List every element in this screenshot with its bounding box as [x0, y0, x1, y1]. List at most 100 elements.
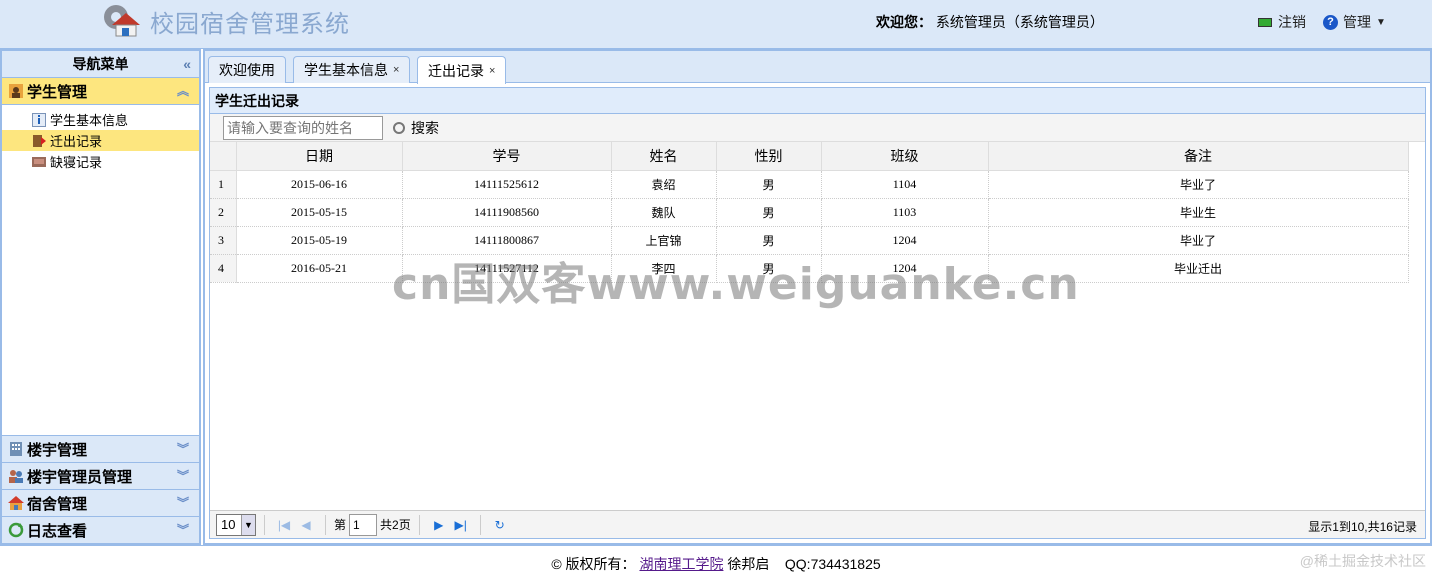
column-header[interactable]: 姓名 [611, 142, 717, 171]
column-header[interactable]: 学号 [402, 142, 612, 171]
divider [264, 514, 265, 535]
chevron-down-icon: ︾ [176, 469, 189, 483]
close-icon[interactable]: × [393, 64, 399, 76]
nav-group-label: 宿舍管理 [27, 495, 88, 513]
copyright-label: © 版权所有： [551, 556, 636, 572]
chevron-down-icon: ▼ [241, 514, 255, 535]
cell-name: 上官锦 [611, 226, 717, 255]
nav-item-label: 缺寝记录 [50, 155, 103, 170]
search-button[interactable]: 搜索 [393, 118, 439, 138]
close-icon[interactable]: × [489, 65, 495, 77]
column-header[interactable]: 备注 [988, 142, 1409, 171]
tab-bar: 欢迎使用 学生基本信息 × 迁出记录 × [205, 51, 1430, 84]
tab-label: 迁出记录 [428, 62, 484, 79]
cell-class: 1103 [821, 198, 989, 227]
table-row[interactable]: 2 2015-05-15 14111908560 魏队 男 1103 毕业生 [210, 198, 1409, 227]
help-icon: ? [1323, 14, 1338, 30]
row-number-header [210, 142, 237, 171]
page-number-input[interactable] [349, 513, 378, 536]
nav-sidebar: 导航菜单 « 学生管理 ︽ 学生基本信息 迁出记录 缺寝记录 楼宇管理 ︾ 楼宇… [0, 49, 201, 545]
nav-title: 导航菜单 [72, 56, 129, 72]
pagination-bar: 10 ▼ |◀ ◀ 第 共2页 ▶ ▶| ↻ 显示1到10,共16记录 [210, 510, 1425, 538]
refresh-icon[interactable]: ↻ [489, 514, 511, 536]
next-page-button[interactable]: ▶ [428, 514, 450, 536]
nav-group-building-admin[interactable]: 楼宇管理员管理 ︾ [2, 462, 199, 489]
cell-date: 2016-05-21 [236, 254, 403, 283]
collapsed-nav-groups: 楼宇管理 ︾ 楼宇管理员管理 ︾ 宿舍管理 ︾ 日志查看 ︾ [2, 435, 199, 543]
cell-note: 毕业了 [988, 170, 1409, 199]
nav-item-moveout-records[interactable]: 迁出记录 [2, 130, 199, 151]
divider [418, 514, 420, 535]
welcome-label: 欢迎您： [876, 14, 932, 30]
cell-sex: 男 [716, 226, 822, 255]
search-toolbar: 搜索 [210, 114, 1425, 142]
refresh-log-icon [8, 522, 24, 538]
cell-student-id: 14111800867 [402, 226, 612, 255]
collapse-sidebar-icon[interactable]: « [183, 51, 191, 77]
divider [325, 514, 326, 535]
row-number: 1 [210, 170, 237, 199]
column-header[interactable]: 班级 [821, 142, 989, 171]
nav-group-building[interactable]: 楼宇管理 ︾ [2, 435, 199, 462]
page-total: 共2页 [380, 518, 411, 532]
cell-student-id: 14111527112 [402, 254, 612, 283]
nav-group-student[interactable]: 学生管理 ︽ [2, 78, 199, 105]
student-icon [9, 84, 23, 98]
search-input[interactable] [223, 115, 383, 140]
search-icon [393, 121, 405, 134]
nav-group-logs[interactable]: 日志查看 ︾ [2, 516, 199, 543]
cell-date: 2015-06-16 [236, 170, 403, 199]
cell-note: 毕业生 [988, 198, 1409, 227]
cell-sex: 男 [716, 198, 822, 227]
table-row[interactable]: 4 2016-05-21 14111527112 李四 男 1204 毕业迁出 [210, 254, 1409, 283]
chevron-up-icon: ︽ [176, 84, 189, 98]
info-icon [32, 112, 46, 127]
tab-student-info[interactable]: 学生基本信息 × [293, 56, 411, 83]
nav-group-label: 楼宇管理 [27, 441, 88, 459]
pager-info: 显示1到10,共16记录 [1308, 520, 1417, 534]
chevron-down-icon: ︾ [176, 442, 189, 456]
cell-sex: 男 [716, 170, 822, 199]
tab-welcome[interactable]: 欢迎使用 [208, 56, 286, 83]
last-page-button[interactable]: ▶| [450, 514, 472, 536]
logout-label: 注销 [1278, 14, 1306, 30]
nav-item-label: 学生基本信息 [50, 113, 129, 128]
tab-label: 学生基本信息 [304, 62, 388, 78]
nav-item-absence-records[interactable]: 缺寝记录 [2, 151, 199, 172]
bed-icon [32, 156, 46, 167]
chevron-down-icon: ︾ [176, 523, 189, 537]
column-header[interactable]: 日期 [236, 142, 403, 171]
corner-watermark: @稀土掘金技术社区 [1299, 553, 1426, 569]
nav-item-student-info[interactable]: 学生基本信息 [2, 109, 199, 130]
table-row[interactable]: 3 2015-05-19 14111800867 上官锦 男 1204 毕业了 [210, 226, 1409, 255]
cell-note: 毕业迁出 [988, 254, 1409, 283]
first-page-button[interactable]: |◀ [273, 514, 295, 536]
tab-label: 欢迎使用 [219, 62, 275, 78]
divider [479, 514, 481, 535]
nav-group-label: 日志查看 [27, 522, 88, 540]
welcome-text: 欢迎您： 系统管理员（系统管理员） [876, 12, 1104, 32]
nav-group-dorm[interactable]: 宿舍管理 ︾ [2, 489, 199, 516]
prev-page-button[interactable]: ◀ [295, 514, 317, 536]
cell-class: 1104 [821, 170, 989, 199]
row-number: 3 [210, 226, 237, 255]
table-row[interactable]: 1 2015-06-16 14111525612 袁绍 男 1104 毕业了 [210, 170, 1409, 199]
caret-down-icon: ▼ [1376, 16, 1386, 28]
users-icon [9, 470, 23, 483]
chevron-down-icon: ︾ [176, 496, 189, 510]
logout-button[interactable]: 注销 [1258, 12, 1306, 32]
nav-group-label: 学生管理 [27, 83, 88, 101]
nav-group-student-body: 学生基本信息 迁出记录 缺寝记录 [2, 105, 199, 433]
column-header[interactable]: 性别 [716, 142, 822, 171]
building-icon [10, 442, 22, 456]
page-size-select[interactable]: 10 ▼ [216, 513, 256, 536]
tab-moveout-records[interactable]: 迁出记录 × [417, 56, 507, 84]
current-user: 系统管理员（系统管理员） [935, 14, 1104, 30]
moveout-table: 日期 学号 姓名 性别 班级 备注 1 2015-06-16 141115256… [210, 142, 1409, 283]
cell-class: 1204 [821, 226, 989, 255]
page-size-value: 10 [221, 517, 236, 532]
cell-name: 袁绍 [611, 170, 717, 199]
admin-menu-button[interactable]: ? 管理 ▼ [1323, 12, 1386, 32]
cell-date: 2015-05-15 [236, 198, 403, 227]
school-link[interactable]: 湖南理工学院 [639, 556, 723, 572]
